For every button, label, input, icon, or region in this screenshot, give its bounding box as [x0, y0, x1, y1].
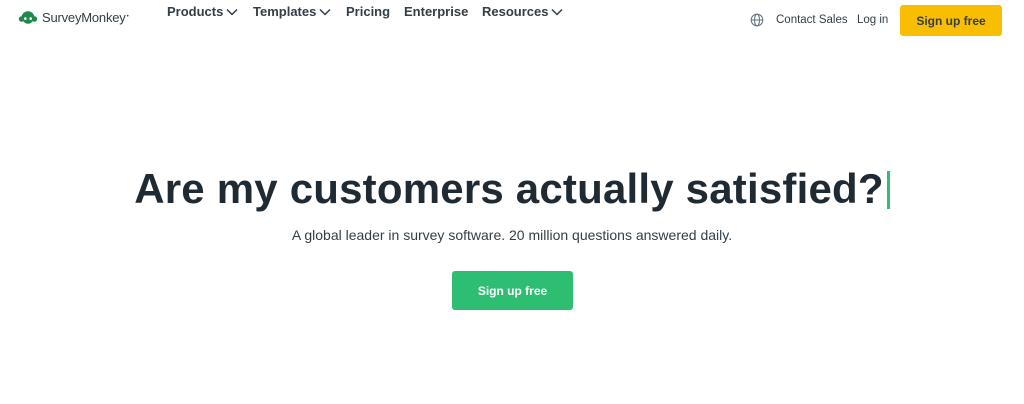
brand-name: SurveyMonkey: [42, 9, 126, 25]
nav-templates-label: Templates: [253, 3, 317, 19]
login-link[interactable]: Log in: [857, 14, 888, 26]
nav-resources[interactable]: Resources: [482, 3, 564, 19]
nav-templates[interactable]: Templates: [253, 4, 331, 19]
surveymonkey-logo-icon: [18, 11, 38, 24]
top-navigation: SurveyMonkey • Products Templates Pricing…: [0, 0, 1024, 40]
nav-products-label: Products: [167, 3, 224, 19]
nav-enterprise[interactable]: Enterprise: [404, 4, 468, 19]
typing-cursor: [886, 171, 890, 209]
nav-pricing[interactable]: Pricing: [346, 4, 390, 19]
hero-title-text: Are my customers actually satisfied?: [134, 165, 884, 212]
signup-button-hero[interactable]: Sign up free: [452, 271, 573, 310]
hero-title: Are my customers actually satisfied?: [0, 165, 1024, 213]
surveymonkey-logo[interactable]: SurveyMonkey •: [17, 9, 129, 25]
nav-pricing-label: Pricing: [346, 3, 391, 19]
contact-sales-link[interactable]: Contact Sales: [776, 14, 848, 26]
signup-button-header[interactable]: Sign up free: [900, 5, 1002, 36]
hero-subtitle: A global leader in survey software. 20 m…: [291, 227, 733, 243]
nav-enterprise-label: Enterprise: [404, 3, 469, 19]
chevron-down-icon: [551, 8, 564, 16]
nav-products[interactable]: Products: [167, 4, 238, 19]
nav-resources-label: Resources: [482, 3, 549, 19]
chevron-down-icon: [226, 8, 238, 16]
chevron-down-icon: [319, 8, 331, 16]
globe-icon[interactable]: [750, 13, 764, 27]
